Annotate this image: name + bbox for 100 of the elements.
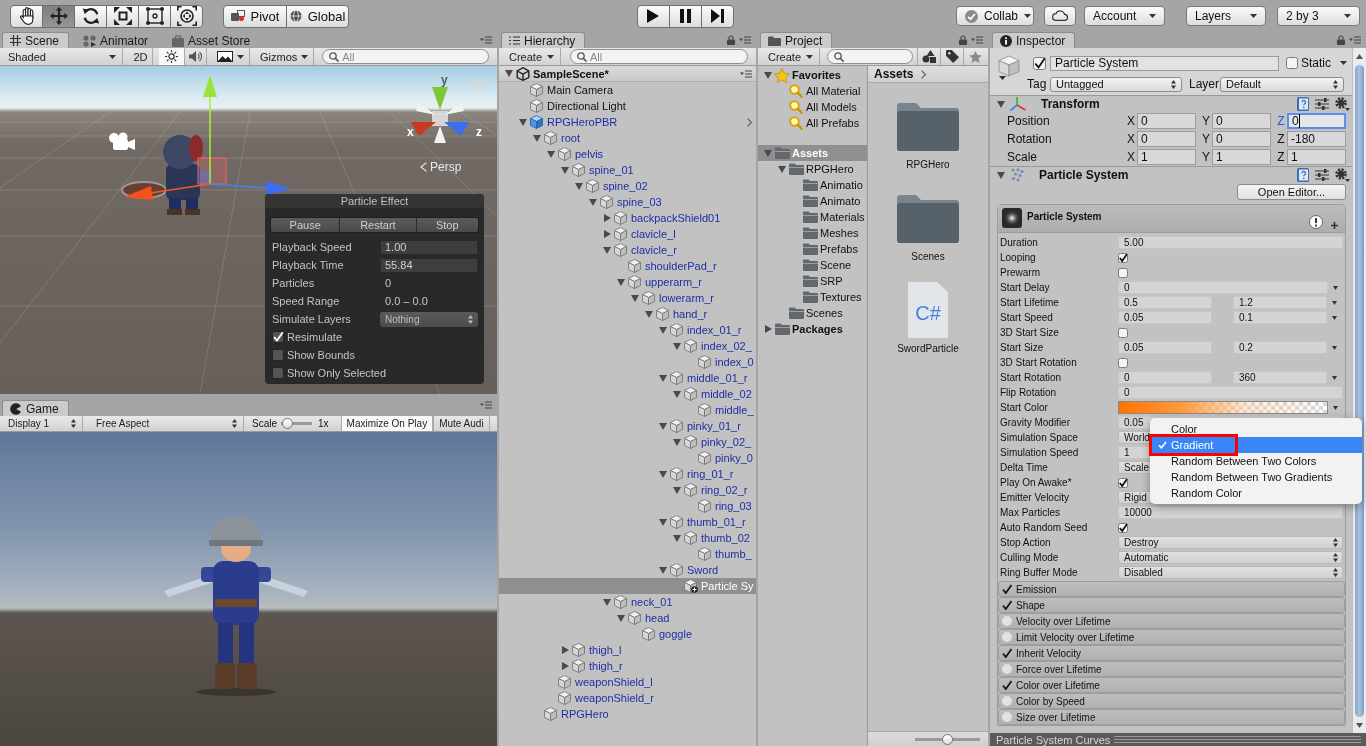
- rect-tool-button[interactable]: [138, 4, 171, 28]
- number-field[interactable]: 1.2: [1233, 296, 1327, 309]
- tree-item[interactable]: thigh_r: [499, 658, 756, 674]
- number-field[interactable]: 0: [1137, 131, 1196, 147]
- panel-button[interactable]: Pause: [271, 218, 340, 232]
- step-button[interactable]: [700, 4, 734, 28]
- disclosure-triangle-icon[interactable]: [561, 662, 569, 670]
- tree-item[interactable]: shoulderPad_r: [499, 258, 756, 274]
- menu-item[interactable]: Color: [1150, 421, 1362, 437]
- tree-item[interactable]: index_01_r: [499, 322, 756, 338]
- play-button[interactable]: [636, 4, 670, 28]
- disclosure-triangle-icon[interactable]: [673, 342, 681, 350]
- module-checkbox[interactable]: [1002, 664, 1012, 674]
- disclosure-triangle-icon[interactable]: [659, 422, 667, 430]
- disclosure-triangle-icon[interactable]: [764, 149, 772, 157]
- tree-item[interactable]: All Prefabs: [758, 115, 867, 131]
- tree-item[interactable]: Meshes: [758, 225, 867, 241]
- module-checkbox[interactable]: [1002, 648, 1012, 658]
- move-tool-button[interactable]: [42, 4, 75, 28]
- number-field[interactable]: 1.00: [380, 239, 478, 255]
- tree-item[interactable]: middle_02: [499, 386, 756, 402]
- number-field[interactable]: 360: [1233, 371, 1327, 384]
- module-checkbox[interactable]: [1002, 600, 1012, 610]
- tree-item[interactable]: Sword: [499, 562, 756, 578]
- tree-item[interactable]: pinky_02_: [499, 434, 756, 450]
- move-gizmo[interactable]: [124, 75, 291, 200]
- mode-2d-toggle[interactable]: 2D: [129, 48, 153, 65]
- number-field[interactable]: 1: [1287, 149, 1346, 165]
- module-checkbox[interactable]: [1002, 584, 1012, 594]
- dropdown[interactable]: Automatic: [1118, 551, 1343, 564]
- module-header[interactable]: Emission: [998, 581, 1345, 597]
- asset-item[interactable]: C# SwordParticle: [868, 278, 988, 370]
- menu-item[interactable]: Random Between Two Gradients: [1150, 469, 1362, 485]
- tree-item[interactable]: upperarm_r: [499, 274, 756, 290]
- module-header[interactable]: Force over Lifetime: [998, 661, 1345, 677]
- draw-mode-dropdown[interactable]: Shaded: [2, 48, 123, 65]
- disclosure-triangle-icon[interactable]: [561, 646, 569, 654]
- tree-item[interactable]: index_02_: [499, 338, 756, 354]
- tree-item[interactable]: thigh_l: [499, 642, 756, 658]
- tree-item[interactable]: clavicle_l: [499, 226, 756, 242]
- module-checkbox[interactable]: [1002, 696, 1012, 706]
- dropdown[interactable]: Disabled: [1118, 566, 1343, 579]
- disclosure-triangle-icon[interactable]: [997, 171, 1005, 179]
- disclosure-triangle-icon[interactable]: [617, 278, 625, 286]
- number-field[interactable]: 1: [1137, 149, 1196, 165]
- toggle-button[interactable]: Maximize On Play: [340, 416, 434, 431]
- number-field[interactable]: 0: [1118, 371, 1212, 384]
- checkbox[interactable]: [272, 331, 284, 343]
- display-dropdown[interactable]: Display 1: [2, 416, 83, 431]
- tree-item[interactable]: goggle: [499, 626, 756, 642]
- disclosure-triangle-icon[interactable]: [589, 198, 597, 206]
- disclosure-triangle-icon[interactable]: [764, 325, 772, 333]
- module-checkbox[interactable]: [1002, 680, 1012, 690]
- layers-dropdown[interactable]: Layers: [1186, 6, 1266, 26]
- slider-thumb[interactable]: [942, 733, 953, 745]
- tree-item[interactable]: weaponShield_l: [499, 674, 756, 690]
- module-header[interactable]: Color over Lifetime: [998, 677, 1345, 693]
- global-button[interactable]: Global: [286, 4, 349, 28]
- number-field[interactable]: 0.1: [1233, 311, 1327, 324]
- disclosure-triangle-icon[interactable]: [631, 294, 639, 302]
- number-field[interactable]: 0: [1287, 113, 1346, 129]
- module-checkbox[interactable]: [1002, 712, 1012, 722]
- tree-item[interactable]: Animatio: [758, 177, 867, 193]
- rotate-tool-button[interactable]: [74, 4, 107, 28]
- cloud-button[interactable]: [1044, 6, 1076, 26]
- tag-dropdown[interactable]: Untagged: [1050, 76, 1182, 92]
- disclosure-triangle-icon[interactable]: [659, 374, 667, 382]
- asset-item[interactable]: RPGHero: [868, 94, 988, 186]
- disclosure-triangle-icon[interactable]: [547, 150, 555, 158]
- number-field[interactable]: 0.05: [1118, 311, 1212, 324]
- panel-button[interactable]: Stop: [415, 218, 478, 232]
- tree-item[interactable]: RPGHero: [499, 706, 756, 722]
- tree-item[interactable]: RPGHero: [758, 161, 867, 177]
- checkbox[interactable]: [1286, 57, 1298, 69]
- disclosure-triangle-icon[interactable]: [673, 390, 681, 398]
- transform-tool-button[interactable]: [170, 4, 203, 28]
- dropdown[interactable]: Destroy: [1118, 536, 1343, 549]
- tree-item[interactable]: ring_03: [499, 498, 756, 514]
- checkbox[interactable]: [1118, 252, 1128, 263]
- pause-button[interactable]: [668, 4, 702, 28]
- disclosure-triangle-icon[interactable]: [603, 230, 611, 238]
- pivot-button[interactable]: Pivot: [223, 4, 287, 28]
- module-checkbox[interactable]: [1002, 616, 1012, 626]
- disclosure-triangle-icon[interactable]: [997, 100, 1005, 108]
- checkbox[interactable]: [272, 349, 284, 361]
- tree-item[interactable]: Packages: [758, 321, 867, 337]
- checkbox[interactable]: [1118, 327, 1128, 338]
- aspect-dropdown[interactable]: Free Aspect: [90, 416, 244, 431]
- tree-item[interactable]: Textures: [758, 289, 867, 305]
- disclosure-triangle-icon[interactable]: [561, 166, 569, 174]
- module-header[interactable]: Inherit Velocity: [998, 645, 1345, 661]
- number-field[interactable]: 55.84: [380, 257, 478, 273]
- checkbox[interactable]: [272, 367, 284, 379]
- disclosure-triangle-icon[interactable]: [673, 534, 681, 542]
- number-field[interactable]: 0: [1212, 113, 1271, 129]
- tree-item[interactable]: middle_: [499, 402, 756, 418]
- asset-item[interactable]: Scenes: [868, 186, 988, 278]
- tree-item[interactable]: spine_03: [499, 194, 756, 210]
- tree-item[interactable]: Prefabs: [758, 241, 867, 257]
- tree-item[interactable]: lowerarm_r: [499, 290, 756, 306]
